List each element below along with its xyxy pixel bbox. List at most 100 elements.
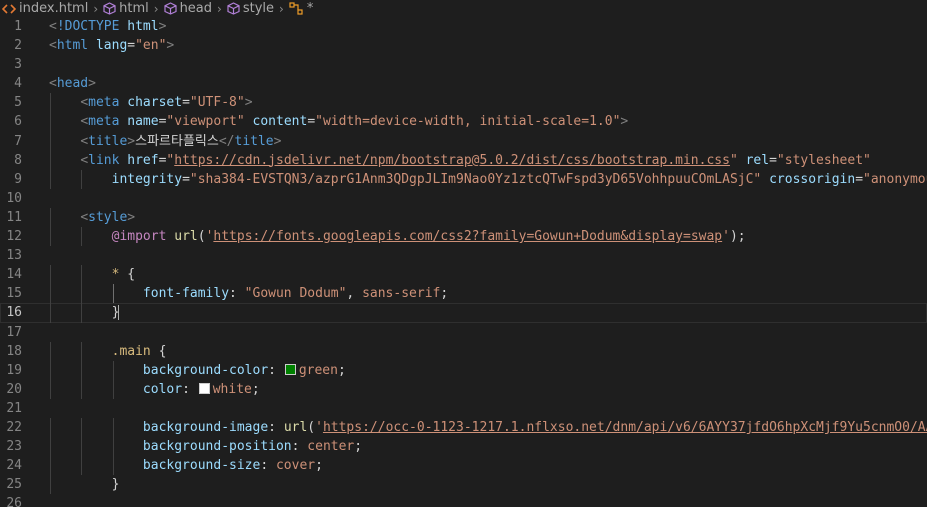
code-text: integrity="sha384-EVSTQN3/azprG1Anm3QDgp… <box>49 169 927 189</box>
code-line[interactable]: 5 <meta charset="UTF-8"> <box>0 93 927 113</box>
text-cursor <box>118 305 120 321</box>
code-line[interactable]: 12 @import url('https://fonts.googleapis… <box>0 227 927 247</box>
line-number: 7 <box>14 133 22 149</box>
code-text: } <box>49 475 927 495</box>
code-token: > <box>158 19 167 34</box>
code-line[interactable]: 19 background-color: green; <box>0 360 927 380</box>
code-token: > <box>273 133 282 149</box>
code-line[interactable]: 1 <!DOCTYPE html> <box>0 17 927 36</box>
code-token: head <box>56 76 89 92</box>
indent-guide <box>50 341 51 361</box>
code-line[interactable]: 4 <head> <box>0 74 927 93</box>
code-line[interactable]: 21 <box>0 399 927 418</box>
code-token: ' <box>315 419 323 435</box>
breadcrumb-item-index-html[interactable]: index.html <box>2 1 88 16</box>
code-line[interactable]: 15 font-family: "Gowun Dodum", sans-seri… <box>0 284 927 304</box>
html-file-icon <box>2 3 16 15</box>
breadcrumb-item-head[interactable]: head <box>163 1 212 16</box>
code-token: title <box>234 133 274 149</box>
chevron-right-icon: › <box>93 1 99 16</box>
code-token: : <box>182 381 198 397</box>
code-token: lang <box>95 38 128 54</box>
code-text: .main { <box>49 341 927 361</box>
code-line[interactable]: 25 } <box>0 475 927 495</box>
indent-guide <box>112 379 114 399</box>
code-line[interactable]: 13 <box>0 246 927 265</box>
code-text: <meta charset="UTF-8"> <box>49 93 927 113</box>
breadcrumb-item-universal-selector[interactable]: * <box>289 1 313 16</box>
line-number: 24 <box>6 458 22 474</box>
line-number: 14 <box>6 267 22 283</box>
code-token: < <box>49 76 57 92</box>
indent-guide <box>112 456 114 476</box>
code-line[interactable]: 8 <link href = "https://cdn.jsdelivr.net/n… <box>0 150 927 170</box>
code-line[interactable]: 14 * { <box>0 265 927 285</box>
indent-guide <box>81 417 83 438</box>
code-token: rel <box>745 152 770 168</box>
code-line[interactable]: 20 color: white; <box>0 379 927 399</box>
color-swatch[interactable] <box>198 382 210 394</box>
line-number: 8 <box>14 152 22 168</box>
code-line[interactable]: 26 <box>0 494 927 507</box>
code-line[interactable]: 17 <box>0 323 927 342</box>
code-token: < <box>80 209 89 225</box>
indent-guide <box>50 456 51 476</box>
code-editor[interactable]: 1 <!DOCTYPE html> 2 <html lang="en"> 3 4 <head… <box>0 17 927 507</box>
code-line[interactable]: 23 background-position: center; <box>0 437 927 457</box>
code-token: cover <box>275 458 316 474</box>
code-line[interactable]: 2 <html lang="en"> <box>0 36 927 55</box>
code-line[interactable]: 16 } <box>0 303 927 323</box>
indent-guide <box>112 437 114 457</box>
code-token: .main <box>111 343 151 359</box>
code-token: = <box>769 152 777 168</box>
indent-guide <box>50 207 51 228</box>
breadcrumb-item-html[interactable]: html <box>103 1 149 16</box>
code-token: name <box>127 114 159 130</box>
code-token: : <box>260 458 276 474</box>
code-token: > <box>166 38 175 54</box>
code-token: white <box>212 381 252 397</box>
color-swatch[interactable] <box>284 363 296 375</box>
code-line[interactable]: 18 .main { <box>0 341 927 361</box>
code-token: green <box>298 362 338 378</box>
chevron-right-icon: › <box>279 1 284 16</box>
code-token: crossorigin <box>769 171 856 187</box>
code-line[interactable]: 9 integrity="sha384-EVSTQN3/azprG1Anm3QD… <box>0 169 927 189</box>
code-token: "Gowun Dodum" <box>244 286 347 302</box>
indent-guide <box>50 227 51 247</box>
code-text: @import url('https://fonts.googleapis.co… <box>49 227 927 247</box>
indent-guide <box>50 417 51 438</box>
code-line[interactable]: 10 <box>0 189 927 208</box>
code-line[interactable]: 6 <meta name="viewport" content="width=d… <box>0 112 927 132</box>
breadcrumb-label: html <box>119 1 149 16</box>
code-line[interactable]: 11 <style> <box>0 207 927 228</box>
code-token: "en" <box>135 38 167 54</box>
line-number: 17 <box>6 324 22 340</box>
code-token: : <box>268 362 284 378</box>
code-text: <title>스파르타플릭스</title> <box>49 131 927 151</box>
code-token: href <box>127 152 159 168</box>
code-line[interactable]: 3 <box>0 55 927 74</box>
code-token: https://cdn.jsdelivr.net/npm/bootstrap@5… <box>174 152 730 168</box>
code-token: url <box>174 229 198 245</box>
breadcrumb-item-style[interactable]: style <box>227 1 274 16</box>
indent-guide <box>81 284 83 304</box>
code-token: sans-serif <box>362 286 441 302</box>
line-number: 19 <box>6 362 22 378</box>
code-token: ; <box>337 362 346 378</box>
chevron-right-icon: › <box>217 1 222 16</box>
code-line[interactable]: 24 background-size: cover; <box>0 456 927 476</box>
line-number: 5 <box>14 95 22 111</box>
code-line[interactable]: 7 <title>스파르타플릭스</title> <box>0 131 927 151</box>
code-line[interactable]: 22 background-image: url('https://occ-0-… <box>0 417 927 438</box>
code-token: < <box>80 114 89 130</box>
indent-guide <box>50 112 51 132</box>
code-token: > <box>244 95 253 111</box>
code-token: { <box>119 267 136 283</box>
